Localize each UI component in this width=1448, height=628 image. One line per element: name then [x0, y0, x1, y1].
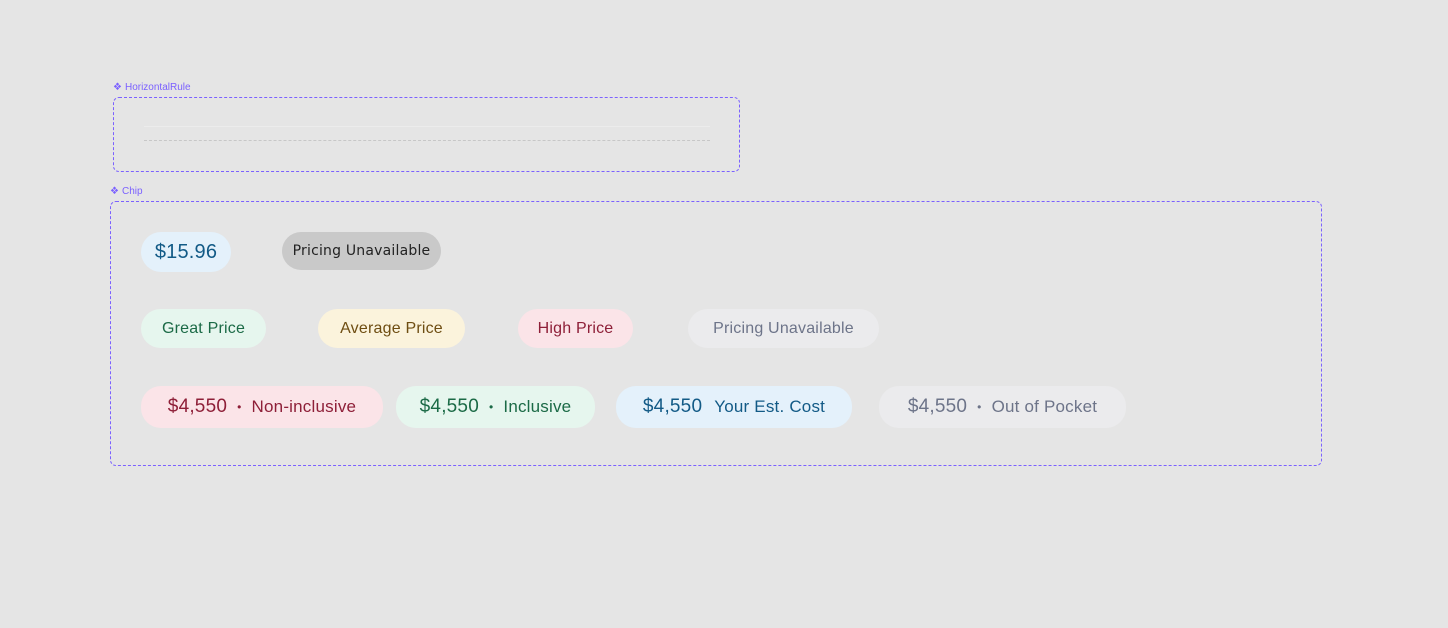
- chip-price-text: $4,550: [907, 396, 968, 417]
- chip-label-text: Your Est. Cost: [714, 397, 826, 416]
- chip-label-text: Out of Pocket: [991, 397, 1098, 416]
- chip-your-est-cost[interactable]: $4,550 Your Est. Cost: [616, 386, 852, 428]
- chip-text: Great Price: [161, 319, 246, 337]
- component-icon: ❖: [110, 185, 119, 197]
- chip-high-price[interactable]: High Price: [518, 309, 633, 348]
- separator-dot: •: [488, 400, 494, 414]
- chip-price-text: $15.96: [154, 240, 218, 263]
- chip-price-text: $4,550: [642, 396, 703, 417]
- horizontal-rule-solid: [144, 126, 710, 127]
- chip-text: High Price: [537, 319, 614, 337]
- chip-component-label: ❖ Chip: [110, 186, 143, 197]
- separator-dot: •: [977, 400, 982, 414]
- separator-dot: •: [237, 400, 242, 414]
- component-icon: ❖: [113, 81, 122, 93]
- chip-inclusive[interactable]: $4,550 • Inclusive: [396, 386, 595, 428]
- chip-frame: $15.96 Pricing Unavailable Great Price A…: [110, 201, 1322, 466]
- chip-label-text: Chip: [121, 186, 143, 197]
- horizontal-rule-frame: [113, 97, 740, 172]
- chip-text: Pricing Unavailable: [713, 319, 854, 337]
- chip-price-text: $4,550: [167, 396, 228, 417]
- chip-pricing-unavailable-dark[interactable]: Pricing Unavailable: [282, 232, 441, 270]
- chip-great-price[interactable]: Great Price: [141, 309, 266, 348]
- chip-non-inclusive[interactable]: $4,550 • Non-inclusive: [141, 386, 383, 428]
- chip-out-of-pocket[interactable]: $4,550 • Out of Pocket: [879, 386, 1126, 428]
- chip-text: Average Price: [340, 319, 443, 337]
- horizontal-rule-component-label: ❖ HorizontalRule: [113, 82, 191, 93]
- chip-label-text: Non-inclusive: [251, 397, 357, 416]
- horizontal-rule-dashed: [144, 140, 710, 141]
- chip-label-text: Inclusive: [503, 397, 572, 416]
- chip-price[interactable]: $15.96: [141, 232, 231, 272]
- horizontal-rule-label-text: HorizontalRule: [124, 82, 191, 93]
- chip-price-text: $4,550: [419, 396, 479, 417]
- chip-text: Pricing Unavailable: [292, 243, 431, 259]
- chip-average-price[interactable]: Average Price: [318, 309, 465, 348]
- chip-pricing-unavailable[interactable]: Pricing Unavailable: [688, 309, 879, 348]
